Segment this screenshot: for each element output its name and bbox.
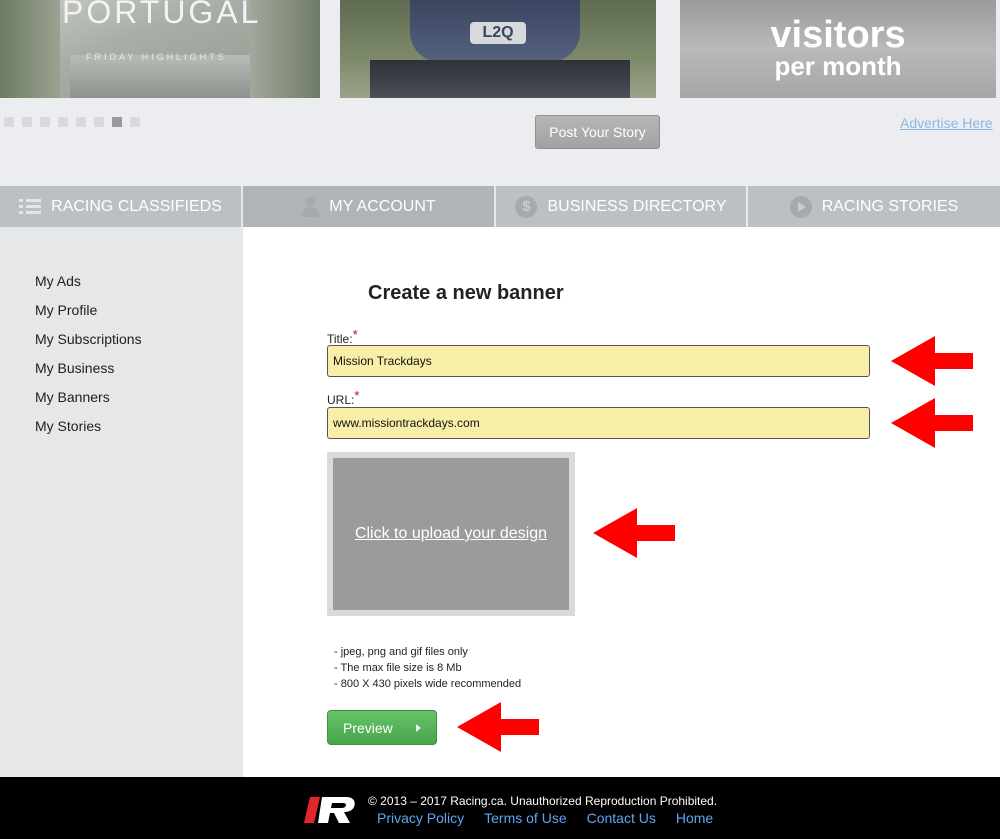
nav-label: RACING CLASSIFIEDS <box>51 197 222 215</box>
sidebar-item-my-subscriptions[interactable]: My Subscriptions <box>35 331 142 360</box>
carousel-dot[interactable] <box>40 117 50 127</box>
carousel-slide-visitors[interactable]: visitors per month <box>680 0 996 98</box>
sidebar-item-my-banners[interactable]: My Banners <box>35 389 142 418</box>
carousel-dots <box>4 117 140 127</box>
nav-label: MY ACCOUNT <box>329 197 436 215</box>
advertise-here-link[interactable]: Advertise Here <box>900 115 993 131</box>
nav-label: RACING STORIES <box>821 197 959 215</box>
carousel-slide-rally-car[interactable]: L2Q <box>340 0 656 98</box>
page-title: Create a new banner <box>368 282 564 304</box>
main-nav: RACING CLASSIFIEDS MY ACCOUNT $ BUSINESS… <box>0 186 1000 227</box>
carousel-dot[interactable] <box>76 117 86 127</box>
dollar-icon: $ <box>515 195 538 218</box>
carousel-dot[interactable] <box>58 117 68 127</box>
preview-button[interactable]: Preview <box>327 710 437 745</box>
url-label: URL:* <box>327 388 359 407</box>
title-input[interactable] <box>327 345 870 377</box>
slide-scenery <box>0 0 60 98</box>
footer-links: Privacy Policy Terms of Use Contact Us H… <box>377 810 713 826</box>
home-link[interactable]: Home <box>676 810 713 826</box>
title-label-text: Title: <box>327 332 353 346</box>
nav-my-account[interactable]: MY ACCOUNT <box>243 186 496 227</box>
sidebar-item-my-ads[interactable]: My Ads <box>35 273 142 302</box>
preview-label: Preview <box>343 719 393 736</box>
sidebar-item-my-profile[interactable]: My Profile <box>35 302 142 331</box>
nav-label: BUSINESS DIRECTORY <box>547 197 727 215</box>
carousel-dot[interactable] <box>112 117 122 127</box>
slide-subtitle: FRIDAY HIGHLIGHTS <box>86 52 227 62</box>
upload-design-button[interactable]: Click to upload your design <box>333 458 569 610</box>
caret-right-icon <box>416 724 421 732</box>
sidebar-item-my-stories[interactable]: My Stories <box>35 418 142 447</box>
contact-us-link[interactable]: Contact Us <box>587 810 656 826</box>
sidebar-item-my-business[interactable]: My Business <box>35 360 142 389</box>
annotation-arrow-icon <box>457 702 539 752</box>
upload-note: - 800 X 430 pixels wide recommended <box>334 678 522 690</box>
url-label-text: URL: <box>327 393 355 407</box>
terms-of-use-link[interactable]: Terms of Use <box>484 810 566 826</box>
upload-frame: Click to upload your design <box>327 452 575 616</box>
per-month-text: per month <box>774 51 902 81</box>
car-plate: L2Q <box>470 22 526 44</box>
required-mark: * <box>354 388 360 403</box>
car-ramp <box>370 60 630 98</box>
racing-logo-icon <box>304 797 355 823</box>
sidebar-menu: My Ads My Profile My Subscriptions My Bu… <box>35 273 142 447</box>
url-input[interactable] <box>327 407 870 439</box>
upload-notes: - jpeg, png and gif files only - The max… <box>334 646 521 694</box>
annotation-arrow-icon <box>593 508 675 558</box>
copyright-text: © 2013 – 2017 Racing.ca. Unauthorized Re… <box>368 794 718 808</box>
carousel-dot[interactable] <box>22 117 32 127</box>
carousel-slide-portugal[interactable]: PORTUGAL FRIDAY HIGHLIGHTS <box>0 0 320 98</box>
slide-title: PORTUGAL <box>62 0 262 30</box>
upload-note: - The max file size is 8 Mb <box>334 662 462 674</box>
carousel-dot[interactable] <box>94 117 104 127</box>
user-icon <box>301 196 320 217</box>
annotation-arrow-icon <box>891 398 973 448</box>
nav-racing-stories[interactable]: RACING STORIES <box>748 186 1000 227</box>
required-mark: * <box>352 327 358 342</box>
list-icon <box>19 198 42 215</box>
nav-racing-classifieds[interactable]: RACING CLASSIFIEDS <box>0 186 243 227</box>
privacy-policy-link[interactable]: Privacy Policy <box>377 810 464 826</box>
account-sidebar: My Ads My Profile My Subscriptions My Bu… <box>0 227 243 777</box>
carousel-dot[interactable] <box>4 117 14 127</box>
banner-form-panel: Create a new banner Title:* URL:* Click … <box>243 227 1000 777</box>
nav-business-directory[interactable]: $ BUSINESS DIRECTORY <box>496 186 748 227</box>
upload-note: - jpeg, png and gif files only <box>334 646 468 658</box>
play-icon <box>789 195 812 218</box>
annotation-arrow-icon <box>891 336 973 386</box>
title-label: Title:* <box>327 327 358 346</box>
footer: © 2013 – 2017 Racing.ca. Unauthorized Re… <box>0 777 1000 839</box>
post-your-story-button[interactable]: Post Your Story <box>535 115 660 149</box>
carousel-dot[interactable] <box>130 117 140 127</box>
top-banner-area: PORTUGAL FRIDAY HIGHLIGHTS L2Q visitors … <box>0 0 1000 186</box>
